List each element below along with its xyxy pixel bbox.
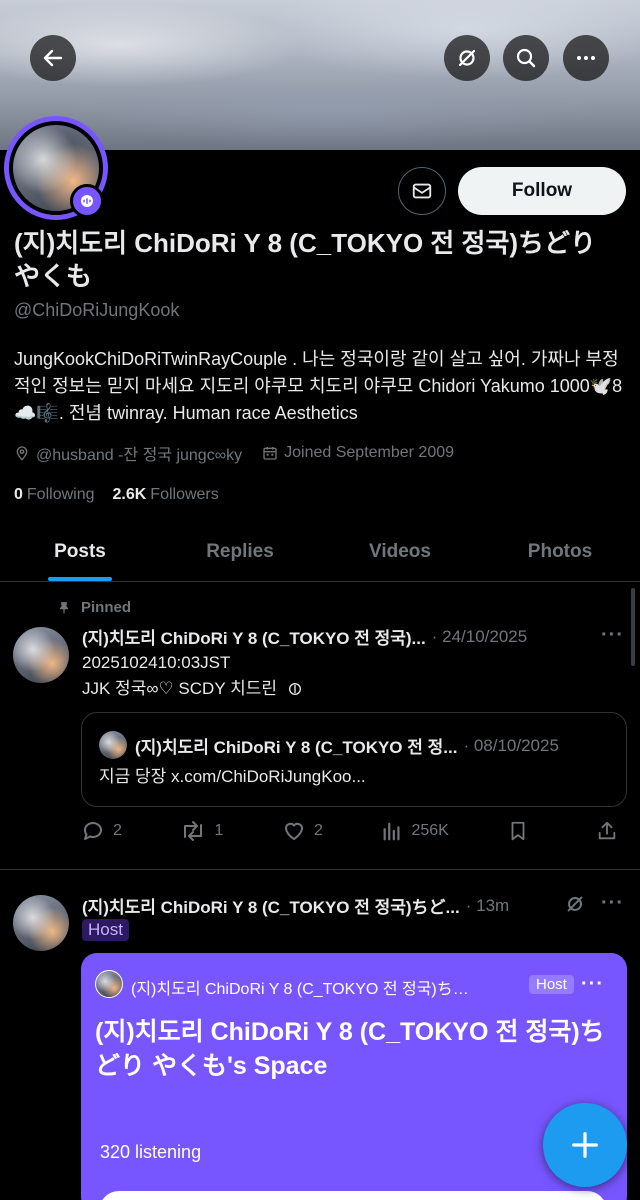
follow-button[interactable]: Follow — [458, 167, 626, 215]
pinned-indicator: Pinned — [57, 599, 131, 616]
post-avatar[interactable] — [13, 627, 69, 683]
display-name: (지)치도리 ChiDoRi Y 8 (C_TOKYO 전 정국)ちどり やくも — [14, 228, 597, 291]
following-count: 0 — [14, 486, 23, 503]
tab-posts[interactable]: Posts — [0, 522, 160, 581]
space-card[interactable]: (지)치도리 ChiDoRi Y 8 (C_TOKYO 전 정국)ち… Host… — [81, 953, 627, 1200]
views-button[interactable]: 256K — [381, 820, 449, 842]
spaces-host-badge[interactable] — [70, 184, 104, 218]
tab-videos[interactable]: Videos — [320, 522, 480, 581]
scrollbar[interactable] — [631, 588, 635, 666]
follow-stats: 0 Following 2.6K Followers — [14, 486, 237, 504]
envelope-icon — [412, 183, 432, 199]
reply-count: 2 — [113, 822, 122, 839]
repost-icon — [184, 821, 203, 841]
space-post-time[interactable]: · 13m — [466, 896, 509, 916]
grok-icon — [458, 49, 476, 67]
quoted-header: (지)치도리 ChiDoRi Y 8 (C_TOKYO 전 정... · 08/… — [135, 733, 559, 758]
views-count: 256K — [411, 822, 449, 839]
share-button[interactable] — [596, 819, 626, 843]
repost-button[interactable]: 1 — [180, 819, 223, 843]
space-host-avatar — [95, 970, 123, 998]
pinned-label: Pinned — [81, 599, 132, 616]
space-host-tag: Host — [529, 975, 574, 994]
profile-meta: @husband -잔 정국 jungc∞ky Joined September… — [14, 441, 474, 465]
tab-photos[interactable]: Photos — [480, 522, 640, 581]
post-text-line2: JJK 정국∞♡ SCDY 치드린 — [82, 679, 277, 698]
like-count: 2 — [313, 822, 323, 839]
joined-item: Joined September 2009 — [262, 444, 454, 462]
repost-count: 1 — [214, 822, 224, 839]
message-button[interactable] — [398, 167, 446, 215]
reply-button[interactable]: 2 — [81, 819, 122, 843]
search-icon — [516, 48, 536, 68]
share-icon — [598, 821, 616, 840]
quoted-date: · 08/10/2025 — [463, 735, 559, 755]
back-button[interactable] — [30, 35, 76, 81]
bookmark-icon — [511, 821, 525, 841]
space-post-avatar[interactable] — [13, 895, 69, 951]
grok-button[interactable] — [444, 35, 490, 81]
quoted-post[interactable]: (지)치도리 ChiDoRi Y 8 (C_TOKYO 전 정... · 08/… — [81, 712, 627, 807]
plus-icon — [572, 1132, 598, 1158]
following-label: Following — [26, 486, 95, 503]
back-arrow-icon — [43, 49, 63, 67]
post-text-line2-row: JJK 정국∞♡ SCDY 치드린 — [82, 676, 303, 702]
following-link[interactable]: 0 Following — [14, 486, 95, 504]
calendar-icon — [263, 447, 277, 460]
more-dots-icon — [577, 56, 595, 60]
post-header: (지)치도리 ChiDoRi Y 8 (C_TOKYO 전 정국)... · 2… — [82, 624, 527, 649]
views-chart-icon — [384, 822, 400, 841]
space-more-button[interactable]: ··· — [581, 973, 604, 996]
profile-tabs: Posts Replies Videos Photos — [0, 522, 640, 582]
followers-count: 2.6K — [112, 486, 147, 503]
joined-text: Joined September 2009 — [284, 444, 455, 461]
bookmark-button[interactable] — [507, 819, 537, 843]
profile-bio: JungKookChiDoRiTwinRayCouple . 나는 정국이랑 같… — [14, 349, 623, 423]
post-more-button[interactable]: ··· — [601, 624, 624, 647]
space-post-author-name[interactable]: (지)치도리 ChiDoRi Y 8 (C_TOKYO 전 정국)ちど... — [82, 893, 460, 918]
more-options-button[interactable] — [563, 35, 609, 81]
location-item: @husband -잔 정국 jungc∞ky — [14, 441, 242, 465]
post-author-name[interactable]: (지)치도리 ChiDoRi Y 8 (C_TOKYO 전 정국)... — [82, 624, 426, 649]
search-button[interactable] — [503, 35, 549, 81]
followers-link[interactable]: 2.6K Followers — [113, 486, 219, 504]
followers-label: Followers — [150, 486, 219, 503]
pin-icon — [59, 601, 69, 613]
space-host-name: (지)치도리 ChiDoRi Y 8 (C_TOKYO 전 정국)ち… — [131, 981, 469, 998]
join-space-button[interactable] — [99, 1191, 607, 1200]
listening-count: 320 listening — [100, 1142, 202, 1162]
space-post-more-button[interactable]: ··· — [601, 892, 624, 915]
post-divider — [0, 869, 640, 870]
quoted-avatar — [99, 731, 127, 759]
post-text-line1: 2025102410:03JST — [82, 653, 231, 672]
space-post-header: (지)치도리 ChiDoRi Y 8 (C_TOKYO 전 정국)ちど... ·… — [82, 893, 509, 918]
host-tag: Host — [82, 919, 129, 941]
quoted-text: 지금 당장 x.com/ChiDoRiJungKoo... — [99, 767, 366, 786]
post-actions: 2 1 2 256K — [81, 816, 626, 846]
heart-icon — [284, 822, 303, 840]
post-date[interactable]: · 24/10/2025 — [432, 627, 527, 647]
spaces-host-icon — [81, 195, 93, 207]
location-text: @husband -잔 정국 jungc∞ky — [36, 447, 243, 464]
like-button[interactable]: 2 — [282, 819, 323, 843]
location-pin-icon — [16, 446, 28, 461]
profile-banner[interactable] — [0, 0, 640, 150]
reply-icon — [84, 822, 102, 840]
grok-small-icon — [289, 683, 301, 695]
space-title: (지)치도리 ChiDoRi Y 8 (C_TOKYO 전 정국)ちどり やくも… — [95, 1018, 605, 1080]
compose-button[interactable] — [543, 1103, 627, 1187]
quoted-author-name: (지)치도리 ChiDoRi Y 8 (C_TOKYO 전 정... — [135, 738, 458, 757]
profile-handle: @ChiDoRiJungKook — [14, 300, 180, 320]
grok-post-icon[interactable] — [564, 893, 586, 915]
tab-replies[interactable]: Replies — [160, 522, 320, 581]
space-host-row: (지)치도리 ChiDoRi Y 8 (C_TOKYO 전 정국)ち… — [131, 975, 521, 999]
